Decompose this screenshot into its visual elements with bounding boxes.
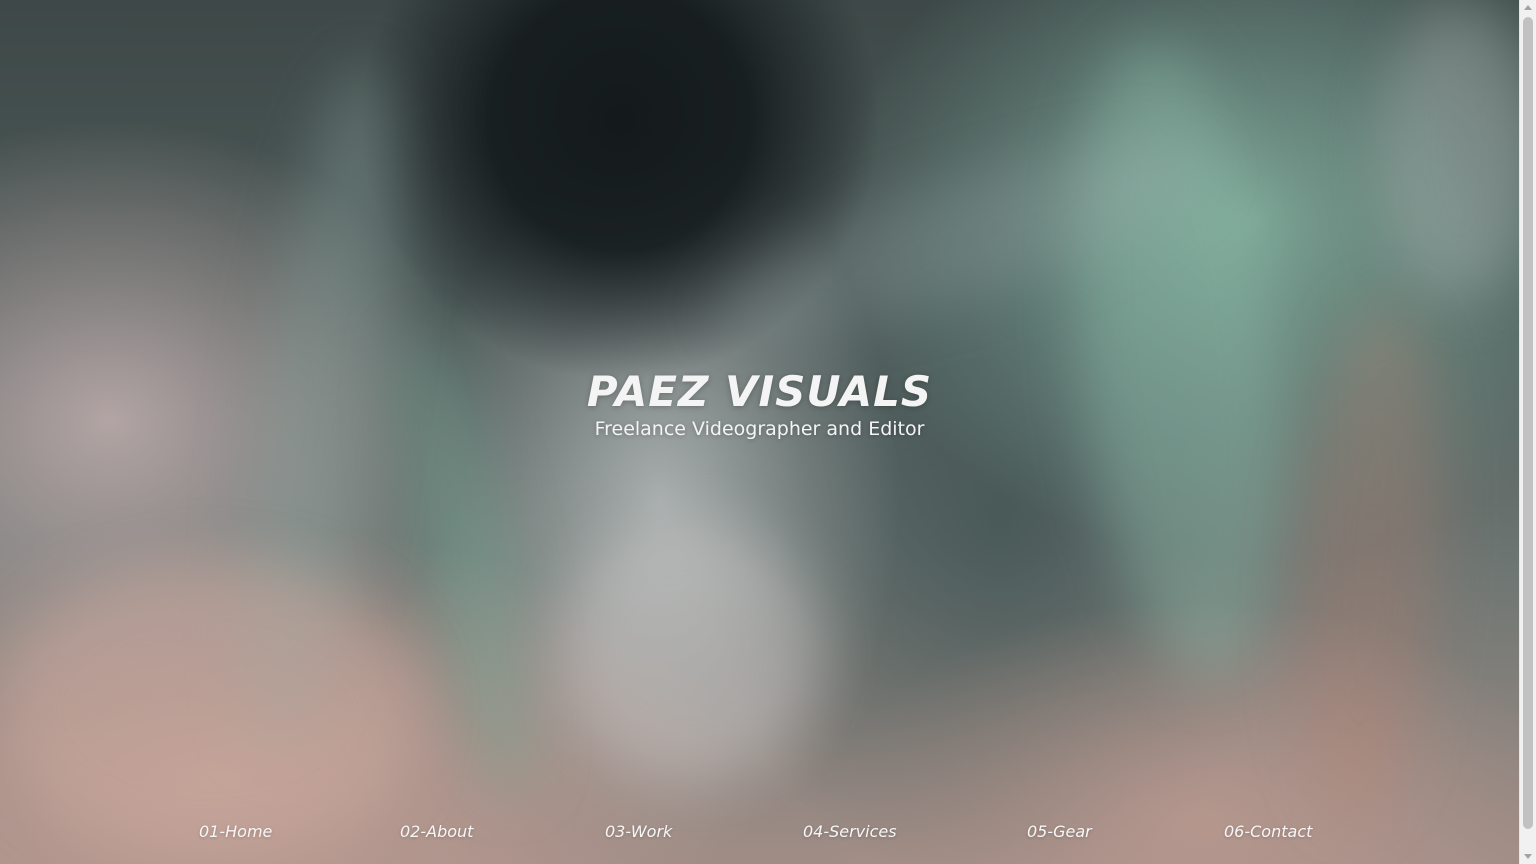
site-subtitle: Freelance Videographer and Editor — [594, 418, 925, 440]
title-block: PAEZ VISUALS Freelance Videographer and … — [0, 362, 1519, 442]
vertical-scrollbar[interactable] — [1519, 0, 1536, 864]
hero-section: PAEZ VISUALS Freelance Videographer and … — [0, 0, 1519, 864]
nav-link-services[interactable]: 04-Services — [803, 820, 897, 844]
scroll-down-arrow-icon[interactable] — [1524, 854, 1532, 859]
scroll-up-arrow-icon[interactable] — [1524, 5, 1532, 10]
nav-link-contact[interactable]: 06-Contact — [1224, 820, 1312, 844]
smoke-wisp — [560, 520, 820, 780]
nav-link-about[interactable]: 02-About — [400, 820, 473, 844]
scrollbar-thumb[interactable] — [1523, 17, 1533, 829]
smoke-wisp — [1380, 0, 1519, 300]
nav-link-work[interactable]: 03-Work — [605, 820, 672, 844]
smoke-wisp — [0, 560, 420, 860]
main-nav: 01-Home 02-About 03-Work 04-Services 05-… — [0, 820, 1519, 846]
nav-link-home[interactable]: 01-Home — [199, 820, 272, 844]
smoke-wisp — [1047, 31, 1313, 689]
site-title: PAEZ VISUALS — [586, 367, 933, 416]
page: PAEZ VISUALS Freelance Videographer and … — [0, 0, 1536, 864]
nav-link-gear[interactable]: 05-Gear — [1027, 820, 1092, 844]
